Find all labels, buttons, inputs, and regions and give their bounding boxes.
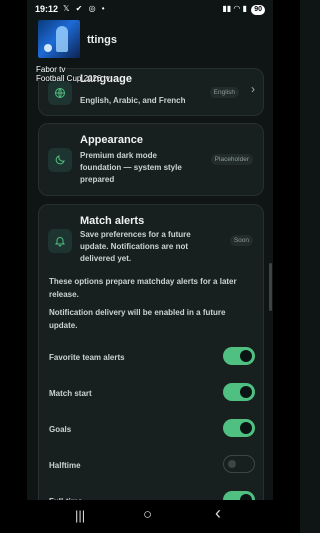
toggle-label: Favorite team alerts xyxy=(49,353,125,362)
home-button[interactable]: ○ xyxy=(143,506,152,523)
back-button[interactable]: ‹ xyxy=(215,503,221,524)
tooltip-line-2: Football Cup 2026 tv xyxy=(36,74,110,83)
toggle-label: Halftime xyxy=(49,461,81,470)
language-desc: English, Arabic, and French xyxy=(80,96,186,105)
status-right: ▮▮ ◠ ▮ 90 xyxy=(222,4,265,15)
appearance-card[interactable]: Appearance Premium dark mode foundation … xyxy=(38,123,264,196)
player-figure-icon xyxy=(56,26,68,52)
right-letterbox xyxy=(273,0,300,533)
match-alerts-desc: Save preferences for a future update. No… xyxy=(80,230,191,263)
toggle-knob xyxy=(240,350,252,362)
globe-icon xyxy=(48,81,72,105)
alerts-note-2: Notification delivery will be enabled in… xyxy=(49,308,226,330)
notification-icons: 𝕏 ✔ ◎ • xyxy=(63,4,107,13)
match-start-toggle[interactable] xyxy=(223,383,255,401)
toggle-row-halftime: Halftime xyxy=(49,455,255,477)
toggle-row-match-start: Match start xyxy=(49,383,255,405)
match-alerts-title: Match alerts xyxy=(80,215,145,227)
tooltip-line-1: Fabor tv xyxy=(36,65,66,74)
match-alerts-badge: Soon xyxy=(229,235,253,246)
signal-icon: ▮▮ ◠ ▮ xyxy=(222,4,247,13)
toggle-row-favorite-team: Favorite team alerts xyxy=(49,347,255,369)
bell-icon xyxy=(48,229,72,253)
status-time: 19:12 xyxy=(35,4,59,14)
goals-toggle[interactable] xyxy=(223,419,255,437)
header: ttings xyxy=(27,20,273,60)
app-screen: 19:12 𝕏 ✔ ◎ • ▮▮ ◠ ▮ 90 ttings Language … xyxy=(27,0,273,533)
appearance-desc: Premium dark mode foundation — system st… xyxy=(80,151,182,184)
toggle-knob xyxy=(240,386,252,398)
toggle-row-goals: Goals xyxy=(49,419,255,441)
scrollbar[interactable] xyxy=(269,263,272,311)
toggle-label: Goals xyxy=(49,425,72,434)
recents-button[interactable]: ||| xyxy=(75,508,85,523)
app-logo xyxy=(38,20,80,58)
toggle-knob xyxy=(228,460,236,468)
battery-icon: 90 xyxy=(251,5,265,15)
app-tooltip: Fabor tv Football Cup 2026 tv xyxy=(36,65,110,83)
favorite-team-toggle[interactable] xyxy=(223,347,255,365)
status-bar: 19:12 𝕏 ✔ ◎ • ▮▮ ◠ ▮ 90 xyxy=(27,0,273,20)
halftime-toggle[interactable] xyxy=(223,455,255,473)
match-alerts-card: Match alerts Save preferences for a futu… xyxy=(38,204,264,516)
chevron-right-icon: › xyxy=(251,82,255,96)
language-badge: English xyxy=(209,87,239,98)
left-letterbox xyxy=(0,0,27,533)
page-title: ttings xyxy=(87,34,117,46)
moon-icon xyxy=(48,148,72,172)
system-nav-bar: ||| ○ ‹ xyxy=(27,500,273,533)
settings-list: Language English, Arabic, and French Eng… xyxy=(27,60,273,516)
toggle-knob xyxy=(240,422,252,434)
toggle-label: Match start xyxy=(49,389,92,398)
appearance-badge: Placeholder xyxy=(210,154,253,165)
ball-icon xyxy=(44,44,52,52)
appearance-title: Appearance xyxy=(80,134,143,146)
alerts-note-1: These options prepare matchday alerts fo… xyxy=(49,277,237,299)
